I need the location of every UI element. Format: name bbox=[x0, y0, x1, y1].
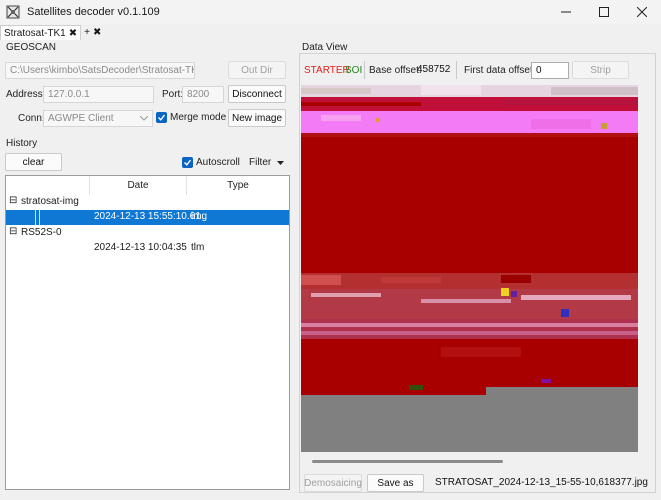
history-group-name: stratosat-img bbox=[21, 196, 79, 207]
strip-button[interactable]: Strip bbox=[572, 61, 629, 79]
history-row-type: tlm bbox=[191, 242, 205, 253]
soi-marker: SOI bbox=[345, 65, 363, 76]
chevron-down-icon bbox=[140, 116, 148, 121]
disconnect-button[interactable]: Disconnect bbox=[228, 85, 286, 103]
close-icon bbox=[637, 7, 647, 17]
add-tab-label: + bbox=[84, 27, 90, 38]
satellite-app-icon bbox=[6, 5, 20, 19]
filter-label: Filter bbox=[249, 157, 272, 168]
history-group-row[interactable]: ⊟ RS52S-0 bbox=[6, 226, 289, 241]
close-tab-icon[interactable]: ✖ bbox=[93, 27, 101, 38]
base-offset-field[interactable]: 458752 bbox=[416, 62, 452, 79]
connection-type-value: AGWPE Client bbox=[48, 113, 114, 124]
decoded-image[interactable] bbox=[301, 85, 638, 452]
tab-add[interactable]: + ✖ bbox=[81, 25, 105, 40]
autoscroll-label: Autoscroll bbox=[196, 157, 240, 168]
address-label: Address: bbox=[6, 89, 46, 100]
column-header-tree[interactable] bbox=[6, 176, 90, 195]
tab-stratosat[interactable]: Stratosat-TK1 ✖ bbox=[0, 25, 82, 40]
save-as-button[interactable]: Save as bbox=[367, 474, 424, 492]
first-data-offset-field[interactable]: 0 bbox=[531, 62, 569, 79]
first-data-offset-label: First data offset: bbox=[464, 65, 536, 76]
port-field[interactable]: 8200 bbox=[182, 86, 224, 103]
image-horizontal-scrollbar[interactable] bbox=[312, 460, 503, 463]
checkmark-icon bbox=[184, 159, 192, 166]
address-field[interactable]: 127.0.0.1 bbox=[43, 86, 154, 103]
tree-connector bbox=[35, 210, 40, 225]
conn-label: Conn: bbox=[18, 113, 45, 124]
demosaicing-button[interactable]: Demosaicing bbox=[304, 474, 362, 492]
window-title: Satellites decoder v0.1.109 bbox=[27, 6, 160, 18]
geoscan-group-label: GEOSCAN bbox=[6, 42, 57, 53]
caret-down-icon bbox=[277, 160, 285, 165]
divider bbox=[456, 61, 457, 79]
dataview-group-label: Data View bbox=[302, 42, 348, 53]
maximize-button[interactable] bbox=[585, 0, 623, 24]
tab-label: Stratosat-TK1 bbox=[4, 27, 66, 39]
collapse-icon[interactable]: ⊟ bbox=[9, 195, 17, 206]
minimize-icon bbox=[561, 11, 571, 13]
out-dir-button[interactable]: Out Dir bbox=[228, 61, 286, 79]
merge-mode-label: Merge mode bbox=[170, 112, 227, 123]
checkmark-icon bbox=[158, 114, 166, 121]
column-header-date[interactable]: Date bbox=[90, 176, 187, 195]
history-group-name: RS52S-0 bbox=[21, 227, 62, 238]
autoscroll-checkbox[interactable] bbox=[182, 157, 193, 168]
decoded-image-canvas bbox=[301, 85, 638, 452]
collapse-icon[interactable]: ⊟ bbox=[9, 226, 17, 237]
title-bar: Satellites decoder v0.1.109 bbox=[0, 0, 661, 24]
history-row-selected[interactable]: 2024-12-13 15:55:10.61 img bbox=[6, 210, 289, 225]
history-group-row[interactable]: ⊟ stratosat-img bbox=[6, 195, 289, 210]
tab-bar: Stratosat-TK1 ✖ + ✖ bbox=[0, 24, 661, 40]
history-row-type: img bbox=[191, 211, 208, 222]
divider bbox=[364, 61, 365, 79]
merge-mode-checkbox[interactable] bbox=[156, 112, 167, 123]
clear-history-button[interactable]: clear bbox=[5, 153, 62, 171]
history-row[interactable]: 2024-12-13 10:04:35 tlm bbox=[6, 241, 289, 256]
maximize-icon bbox=[599, 7, 609, 17]
port-label: Port: bbox=[162, 89, 184, 100]
filter-dropdown[interactable]: Filter bbox=[249, 157, 285, 168]
minimize-button[interactable] bbox=[547, 0, 585, 24]
close-window-button[interactable] bbox=[623, 0, 661, 24]
history-tree[interactable]: Date Type ⊟ stratosat-img 2024-12-13 15:… bbox=[5, 175, 290, 490]
output-path-field[interactable]: C:\Users\kimbo\SatsDecoder\Stratosat-TK1 bbox=[5, 62, 195, 79]
starter-marker: STARTER bbox=[304, 65, 350, 76]
connection-type-select[interactable]: AGWPE Client bbox=[43, 110, 153, 127]
history-row-date: 2024-12-13 10:04:35 bbox=[94, 242, 187, 253]
column-header-type[interactable]: Type bbox=[187, 176, 289, 195]
history-row-date: 2024-12-13 15:55:10.61 bbox=[94, 211, 201, 222]
new-image-button[interactable]: New image bbox=[228, 109, 286, 127]
base-offset-label: Base offset: bbox=[369, 65, 422, 76]
image-filename: STRATOSAT_2024-12-13_15-55-10,618377.jpg bbox=[435, 477, 648, 488]
close-tab-icon[interactable]: ✖ bbox=[69, 28, 77, 39]
history-group-label: History bbox=[6, 138, 38, 149]
